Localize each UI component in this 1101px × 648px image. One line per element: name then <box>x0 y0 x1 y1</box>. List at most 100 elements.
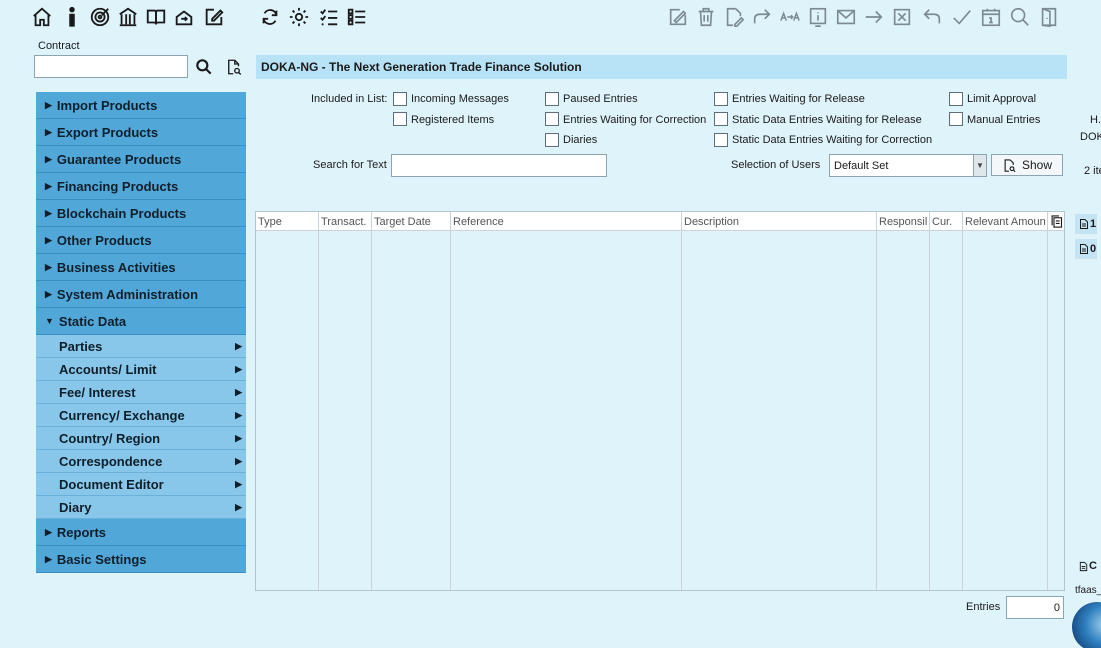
column-header-transact[interactable]: Transact. <box>319 212 371 231</box>
column-divider <box>450 212 451 590</box>
undo-icon[interactable] <box>920 5 944 29</box>
sidebar-item-reports[interactable]: ▶ Reports <box>36 519 246 546</box>
document-icon <box>1080 244 1088 254</box>
sidebar-subitem-label: Parties <box>59 338 103 354</box>
exit-icon[interactable] <box>1037 5 1061 29</box>
entries-waiting-release-label: Entries Waiting for Release <box>732 93 865 105</box>
sidebar-item-label: Guarantee Products <box>56 151 182 167</box>
document-edit-icon[interactable] <box>722 5 746 29</box>
column-header-description[interactable]: Description <box>682 212 876 231</box>
diaries-checkbox[interactable] <box>545 133 559 147</box>
sidebar-subitem-diary[interactable]: Diary ▶ <box>36 496 246 519</box>
document-icon <box>1080 219 1088 229</box>
target-icon[interactable] <box>88 5 112 29</box>
sidebar-item-label: Other Products <box>56 232 152 248</box>
info-icon[interactable] <box>60 5 84 29</box>
calendar-icon[interactable] <box>979 5 1003 29</box>
entries-waiting-correction-checkbox[interactable] <box>545 112 559 126</box>
chevron-right-icon: ▶ <box>235 386 242 397</box>
settings-icon[interactable] <box>287 5 311 29</box>
close-box-icon[interactable] <box>890 5 914 29</box>
book-icon[interactable] <box>144 5 168 29</box>
chevron-right-icon: ▶ <box>235 409 242 420</box>
sidebar-item-guarantee-products[interactable]: ▶ Guarantee Products <box>36 146 246 173</box>
manual-entries-checkbox[interactable] <box>949 112 963 126</box>
right-panel-text: DOK <box>1080 131 1101 143</box>
column-header-type[interactable]: Type <box>256 212 318 231</box>
column-header-relevant-amount[interactable]: Relevant Amoun <box>963 212 1047 231</box>
document-search-icon[interactable] <box>223 56 245 78</box>
sidebar-item-blockchain-products[interactable]: ▶ Blockchain Products <box>36 200 246 227</box>
search-text-input[interactable] <box>391 154 607 177</box>
incoming-messages-checkbox[interactable] <box>393 92 407 106</box>
sidebar-item-export-products[interactable]: ▶ Export Products <box>36 119 246 146</box>
column-header-responsible[interactable]: Responsil <box>877 212 929 231</box>
sidebar-item-basic-settings[interactable]: ▶ Basic Settings <box>36 546 246 573</box>
sidebar-subitem-label: Country/ Region <box>59 430 161 446</box>
document-item[interactable]: 0 <box>1075 239 1097 259</box>
static-waiting-correction-checkbox[interactable] <box>714 133 728 147</box>
document-item[interactable]: C <box>1075 556 1097 576</box>
sidebar-subitem-correspondence[interactable]: Correspondence ▶ <box>36 450 246 473</box>
contract-input[interactable] <box>34 55 188 78</box>
sidebar-item-import-products[interactable]: ▶ Import Products <box>36 92 246 119</box>
edit-icon[interactable] <box>202 5 226 29</box>
sidebar-subitem-parties[interactable]: Parties ▶ <box>36 335 246 358</box>
sidebar-item-business-activities[interactable]: ▶ Business Activities <box>36 254 246 281</box>
document-item[interactable]: 1 <box>1075 214 1097 234</box>
sidebar-subitem-country-region[interactable]: Country/ Region ▶ <box>36 427 246 450</box>
limit-approval-checkbox[interactable] <box>949 92 963 106</box>
trash-icon[interactable] <box>694 5 718 29</box>
check-icon[interactable] <box>950 5 974 29</box>
sidebar-item-label: Financing Products <box>56 178 179 194</box>
sidebar-item-other-products[interactable]: ▶ Other Products <box>36 227 246 254</box>
sidebar-item-label: Import Products <box>56 97 158 113</box>
column-header-reference[interactable]: Reference <box>451 212 681 231</box>
users-selection-dropdown[interactable]: Default Set ▼ <box>829 154 987 177</box>
chevron-right-icon: ▶ <box>235 455 242 466</box>
sidebar-subitem-fee-interest[interactable]: Fee/ Interest ▶ <box>36 381 246 404</box>
paused-entries-checkbox[interactable] <box>545 92 559 106</box>
sidebar-item-system-administration[interactable]: ▶ System Administration <box>36 281 246 308</box>
sidebar-subitem-currency-exchange[interactable]: Currency/ Exchange ▶ <box>36 404 246 427</box>
top-toolbar <box>0 0 1101 37</box>
document-item-label: 1 <box>1090 218 1097 230</box>
copy-icon[interactable] <box>1048 212 1064 231</box>
transfer-icon[interactable] <box>172 5 196 29</box>
included-in-list-label: Included in List: <box>311 93 388 105</box>
list-icon[interactable] <box>345 5 369 29</box>
building-icon[interactable] <box>116 5 140 29</box>
swap-icon[interactable] <box>778 5 802 29</box>
right-panel-text: H. <box>1090 114 1101 126</box>
paused-entries-label: Paused Entries <box>563 93 638 105</box>
chevron-right-icon: ▶ <box>235 340 242 351</box>
sidebar-nav: ▶ Import Products ▶ Export Products ▶ Guara… <box>36 92 246 573</box>
show-button[interactable]: Show <box>991 154 1063 176</box>
magnifier-icon[interactable] <box>1008 5 1032 29</box>
search-icon[interactable] <box>193 56 215 78</box>
sidebar-item-static-data[interactable]: ▼ Static Data <box>36 308 246 335</box>
entries-waiting-release-checkbox[interactable] <box>714 92 728 106</box>
column-header-target-date[interactable]: Target Date <box>372 212 450 231</box>
home-icon[interactable] <box>30 5 54 29</box>
sidebar-subitem-label: Diary <box>59 499 92 515</box>
static-waiting-release-checkbox[interactable] <box>714 112 728 126</box>
column-header-currency[interactable]: Cur. <box>930 212 962 231</box>
checklist-icon[interactable] <box>317 5 341 29</box>
refresh-icon[interactable] <box>258 5 282 29</box>
signature-icon[interactable] <box>666 5 690 29</box>
static-waiting-correction-label: Static Data Entries Waiting for Correcti… <box>732 134 933 146</box>
chevron-down-icon[interactable]: ▼ <box>973 155 986 176</box>
sidebar-item-financing-products[interactable]: ▶ Financing Products <box>36 173 246 200</box>
mail-icon[interactable] <box>834 5 858 29</box>
info-box-icon[interactable] <box>806 5 830 29</box>
sidebar-subitem-accounts-limit[interactable]: Accounts/ Limit ▶ <box>36 358 246 381</box>
search-text-label: Search for Text <box>313 159 387 171</box>
registered-items-checkbox[interactable] <box>393 112 407 126</box>
forward-icon[interactable] <box>750 5 774 29</box>
registered-items-label: Registered Items <box>411 114 495 126</box>
column-divider <box>318 212 319 590</box>
sidebar-subitem-document-editor[interactable]: Document Editor ▶ <box>36 473 246 496</box>
arrow-right-icon[interactable] <box>862 5 886 29</box>
sidebar-subitem-label: Correspondence <box>59 453 163 469</box>
